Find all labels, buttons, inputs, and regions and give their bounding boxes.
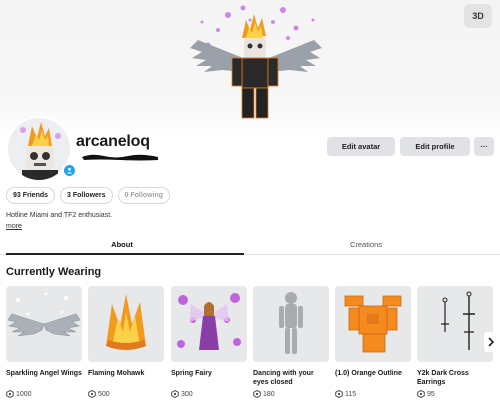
- item-thumbnail[interactable]: [417, 286, 493, 362]
- item-thumbnail[interactable]: [253, 286, 329, 362]
- item-price: 95: [417, 390, 493, 398]
- item-price: 180: [253, 390, 329, 398]
- currently-wearing-heading: Currently Wearing: [6, 266, 102, 278]
- profile-stats: 93 Friends 3 Followers 0 Following: [6, 187, 171, 204]
- user-icon: [67, 167, 72, 174]
- edit-profile-button[interactable]: Edit profile: [400, 137, 470, 156]
- item-price-value: 180: [263, 390, 275, 398]
- angel-wings-icon: [7, 292, 81, 337]
- list-item[interactable]: Y2k Dark Cross Earrings 95: [417, 286, 493, 398]
- item-name[interactable]: Spring Fairy: [171, 369, 247, 389]
- item-name[interactable]: Sparkling Angel Wings: [6, 369, 82, 389]
- more-options-button[interactable]: ···: [474, 137, 494, 156]
- list-item[interactable]: Spring Fairy 300: [171, 286, 247, 398]
- item-price-value: 95: [427, 390, 435, 398]
- robux-icon: [6, 390, 14, 398]
- list-item[interactable]: Flaming Mohawk 500: [88, 286, 164, 398]
- item-name[interactable]: Y2k Dark Cross Earrings: [417, 369, 493, 389]
- list-item[interactable]: Dancing with your eyes closed 180: [253, 286, 329, 398]
- username: arcaneloq: [76, 133, 150, 150]
- robux-icon: [171, 390, 179, 398]
- redacted-display-name: [82, 154, 158, 161]
- tab-about[interactable]: About: [0, 233, 244, 255]
- robux-icon: [417, 390, 425, 398]
- flaming-mohawk-icon: [106, 294, 146, 350]
- avatar-headshot-icon: [20, 122, 61, 180]
- avatar-hero: 3D: [0, 0, 500, 140]
- item-name[interactable]: Flaming Mohawk: [88, 369, 164, 389]
- active-tab-indicator: [6, 253, 244, 255]
- mannequin-icon: [279, 292, 303, 354]
- list-item[interactable]: Sparkling Angel Wings 1000: [6, 286, 82, 398]
- item-price: 115: [335, 390, 411, 398]
- list-item[interactable]: (1.0) Orange Outline 115: [335, 286, 411, 398]
- avatar-3d-render[interactable]: [188, 0, 324, 128]
- item-price: 300: [171, 390, 247, 398]
- item-name[interactable]: Dancing with your eyes closed: [253, 369, 329, 389]
- tab-creations[interactable]: Creations: [244, 233, 488, 255]
- friends-count-pill[interactable]: 93 Friends: [6, 187, 56, 204]
- orange-shirt-icon: [344, 295, 402, 353]
- item-price: 1000: [6, 390, 82, 398]
- cross-earrings-icon: [441, 291, 475, 350]
- edit-avatar-button[interactable]: Edit avatar: [327, 137, 395, 156]
- item-thumbnail[interactable]: [6, 286, 82, 362]
- profile-bio: Hotline Miami and TF2 enthusiast.: [6, 212, 113, 219]
- robux-icon: [88, 390, 96, 398]
- followers-count-pill[interactable]: 3 Followers: [60, 187, 113, 204]
- item-thumbnail[interactable]: [335, 286, 411, 362]
- view-3d-button[interactable]: 3D: [464, 4, 492, 28]
- robux-icon: [335, 390, 343, 398]
- bio-more-link[interactable]: more: [6, 223, 22, 230]
- profile-tabs: About Creations: [0, 233, 500, 255]
- robux-icon: [253, 390, 261, 398]
- item-price-value: 1000: [16, 390, 32, 398]
- carousel-next-button[interactable]: [484, 332, 498, 352]
- online-status-badge: [62, 163, 77, 178]
- item-price-value: 115: [345, 390, 357, 398]
- item-price-value: 300: [181, 390, 193, 398]
- item-thumbnail[interactable]: [171, 286, 247, 362]
- item-price-value: 500: [98, 390, 110, 398]
- item-price: 500: [88, 390, 164, 398]
- following-count-pill[interactable]: 0 Following: [117, 187, 171, 204]
- currently-wearing-carousel: Sparkling Angel Wings 1000 Flaming Mohaw…: [6, 286, 500, 407]
- item-name[interactable]: (1.0) Orange Outline: [335, 369, 411, 389]
- spring-fairy-icon: [177, 293, 241, 350]
- item-thumbnail[interactable]: [88, 286, 164, 362]
- chevron-right-icon: [488, 337, 495, 347]
